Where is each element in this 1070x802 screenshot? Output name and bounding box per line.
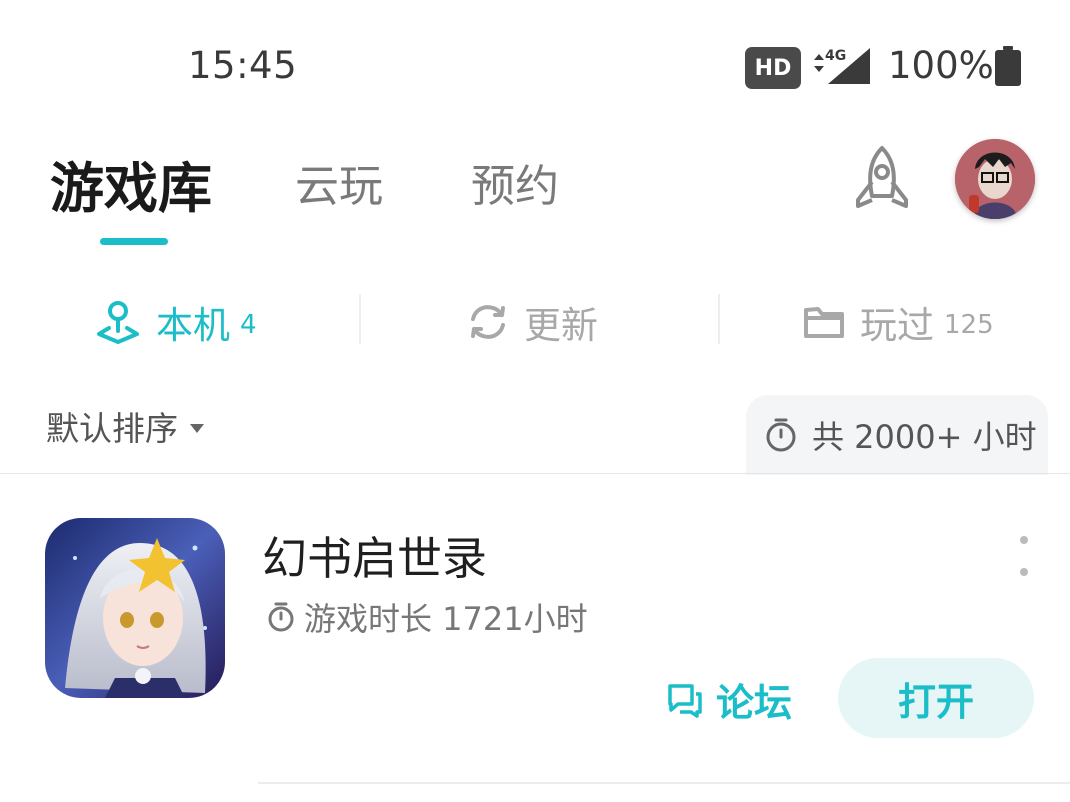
- subtab-played-count: 125: [944, 310, 994, 340]
- game-playtime-text: 游戏时长 1721小时: [304, 600, 588, 638]
- subtab-local[interactable]: 本机 4: [94, 292, 257, 352]
- signal-icon: 4G: [814, 48, 870, 84]
- subtab-local-count: 4: [240, 310, 257, 340]
- subtab-divider: [718, 294, 720, 344]
- subtab-local-label: 本机: [156, 304, 230, 347]
- game-title[interactable]: 幻书启世录: [262, 522, 487, 587]
- local-device-icon: [97, 301, 139, 344]
- sort-dropdown[interactable]: 默认排序: [46, 402, 204, 450]
- subtab-played[interactable]: 玩过 125: [802, 292, 994, 352]
- chat-bubble-icon: [668, 683, 702, 718]
- refresh-icon: [471, 305, 505, 339]
- total-playtime-text: 共 2000+ 小时: [812, 418, 1037, 456]
- hd-badge: HD: [745, 47, 801, 89]
- network-label: 4G: [825, 48, 846, 64]
- status-time: 15:45: [188, 44, 298, 87]
- game-playtime: 游戏时长 1721小时: [266, 594, 588, 640]
- rocket-icon[interactable]: [848, 144, 916, 214]
- folder-icon: [804, 307, 844, 338]
- subtab-update-label: 更新: [524, 304, 598, 347]
- forum-button[interactable]: 论坛: [666, 672, 792, 727]
- forum-label: 论坛: [716, 681, 793, 725]
- avatar[interactable]: [955, 139, 1035, 219]
- sort-label: 默认排序: [46, 409, 178, 448]
- tab-reservation[interactable]: 预约: [471, 150, 559, 214]
- game-icon[interactable]: [45, 518, 225, 698]
- more-options-icon[interactable]: [1014, 536, 1034, 576]
- subtab-update[interactable]: 更新: [466, 292, 598, 352]
- stopwatch-icon: [268, 602, 294, 632]
- subtab-played-label: 玩过: [860, 304, 934, 347]
- open-game-button[interactable]: 打开: [838, 658, 1034, 738]
- total-playtime-badge: 共 2000+ 小时: [746, 395, 1048, 475]
- subtab-divider: [359, 294, 361, 344]
- divider: [0, 473, 1070, 474]
- stopwatch-icon: [766, 418, 796, 452]
- tab-game-library[interactable]: 游戏库: [50, 144, 212, 223]
- battery-percent: 100%: [888, 44, 994, 87]
- active-tab-indicator: [100, 238, 168, 245]
- chevron-down-icon: [190, 423, 204, 433]
- tab-cloud-play[interactable]: 云玩: [295, 150, 383, 214]
- divider: [258, 782, 1070, 784]
- battery-icon: [995, 46, 1021, 86]
